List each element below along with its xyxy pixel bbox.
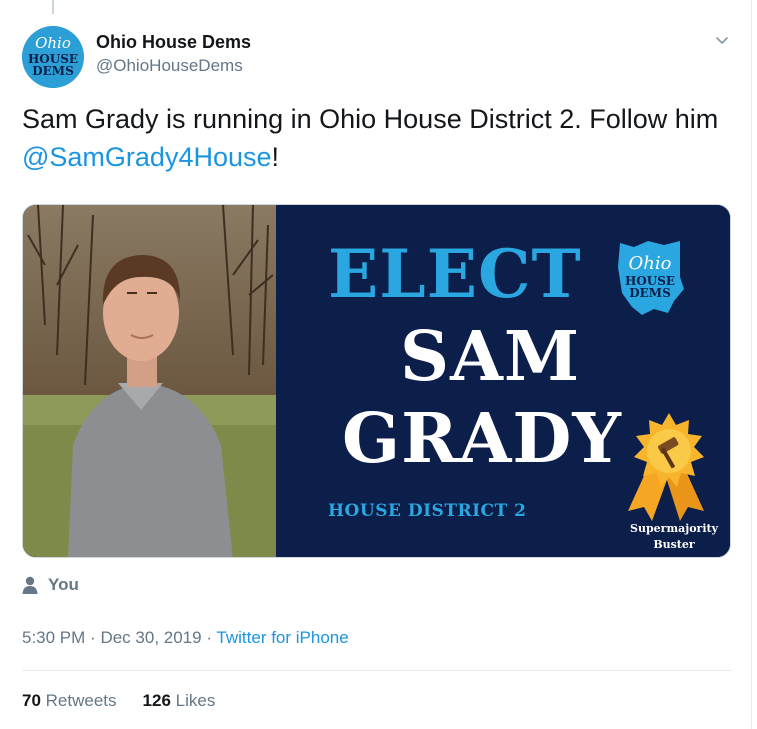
poster-headline-elect: ELECT	[328, 235, 582, 313]
retweets-label: Retweets	[45, 691, 117, 710]
ohio-house-dems-logo: Ohio HOUSE DEMS	[614, 237, 686, 317]
logo-text-dems: DEMS	[629, 286, 671, 300]
tagged-user-label: You	[48, 575, 79, 594]
badge-label: Supermajority Buster	[616, 521, 730, 553]
candidate-photo	[23, 205, 276, 557]
thread-connector-line	[52, 0, 54, 14]
badge-label-line-2: Buster	[653, 538, 695, 551]
likes-count: 126	[142, 691, 171, 710]
poster-district: HOUSE DISTRICT 2	[328, 501, 527, 521]
badge-label-line-1: Supermajority	[630, 522, 718, 535]
divider	[22, 670, 732, 671]
tweet-text-body: Sam Grady is running in Ohio House Distr…	[22, 104, 719, 134]
likes-label: Likes	[175, 691, 216, 710]
tweet-timestamp: 5:30 PM · Dec 30, 2019 · Twitter for iPh…	[22, 628, 349, 648]
avatar[interactable]: Ohio HOUSE DEMS	[22, 26, 84, 88]
display-name[interactable]: Ohio House Dems	[96, 32, 251, 53]
avatar-text-ohio: Ohio	[35, 34, 71, 52]
retweets-count: 70	[22, 691, 41, 710]
poster-headline-first-name: SAM	[400, 317, 581, 397]
tweet-detail: Ohio HOUSE DEMS Ohio House Dems @OhioHou…	[0, 0, 752, 729]
tweet-text-end: !	[271, 142, 280, 172]
retweets-stat[interactable]: 70 Retweets	[22, 691, 117, 711]
chevron-down-icon[interactable]	[714, 32, 730, 48]
tagged-user[interactable]: You	[22, 572, 79, 598]
avatar-text-dems: DEMS	[32, 64, 74, 78]
award-badge	[622, 411, 716, 523]
tweet-client-link[interactable]: Twitter for iPhone	[216, 628, 348, 647]
tweet-time[interactable]: 5:30 PM	[22, 628, 85, 647]
person-icon	[22, 576, 38, 594]
tweet-date[interactable]: Dec 30, 2019	[100, 628, 201, 647]
likes-stat[interactable]: 126 Likes	[143, 691, 216, 711]
tweet-text: Sam Grady is running in Ohio House Distr…	[22, 100, 732, 176]
poster-headline-last-name: GRADY	[342, 399, 622, 479]
media-image[interactable]: ELECT SAM GRADY HOUSE DISTRICT 2 Ohio HO…	[22, 204, 731, 558]
tweet-stats: 70 Retweets 126 Likes	[22, 691, 241, 711]
meta-separator: ·	[90, 628, 96, 647]
user-handle[interactable]: @OhioHouseDems	[96, 56, 243, 76]
meta-separator-2: ·	[206, 628, 212, 647]
mention-link[interactable]: @SamGrady4House	[22, 142, 272, 172]
campaign-poster: ELECT SAM GRADY HOUSE DISTRICT 2 Ohio HO…	[276, 205, 730, 557]
logo-text-ohio: Ohio	[629, 253, 672, 274]
